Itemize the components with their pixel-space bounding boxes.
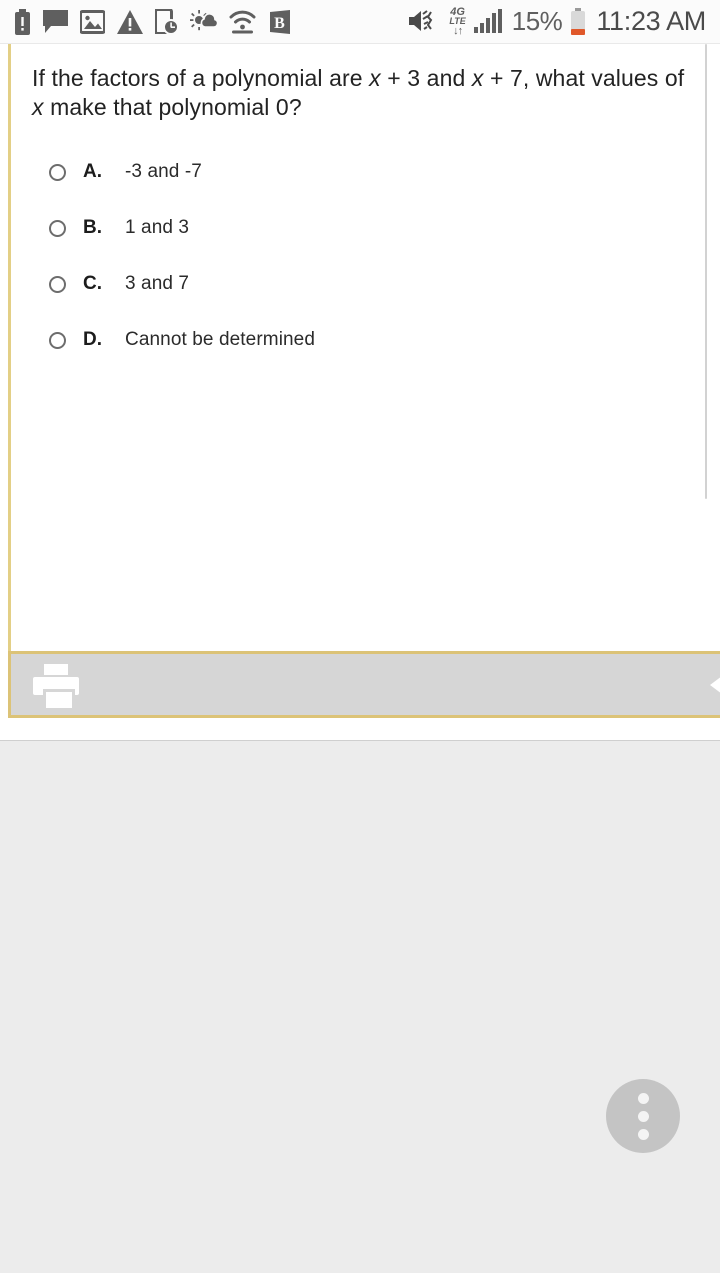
option-letter-c: C. (83, 273, 102, 295)
radio-button-d[interactable] (49, 331, 66, 349)
option-letter-b: B. (83, 217, 102, 239)
printer-paper-shape (44, 663, 68, 675)
volume-mute-vibrate-icon (409, 9, 441, 33)
question-part-5: x (32, 94, 44, 121)
radio-button-b[interactable] (49, 219, 66, 237)
question-part-3: x (471, 65, 484, 91)
answer-option-b[interactable]: B. 1 and 3 (32, 200, 698, 256)
battery-alert-icon (14, 8, 31, 35)
wifi-hotspot-icon (229, 10, 256, 34)
image-icon (80, 9, 105, 34)
radio-button-a[interactable] (49, 163, 66, 181)
card-bottom-divider (0, 718, 720, 741)
answer-option-d[interactable]: D. Cannot be determined (32, 312, 698, 368)
status-bar-right-icons: 4G LTE ↓↑ 15% 11:23 AM (409, 5, 706, 37)
weather-icon (190, 9, 217, 34)
option-text-c: 3 and 7 (125, 273, 190, 295)
question-part-1: x (369, 65, 381, 91)
question-part-4: + 7, what values of (483, 65, 685, 91)
app-badge-b-icon: B (268, 9, 292, 34)
battery-low-icon (570, 7, 586, 35)
network-type-indicator: 4G LTE ↓↑ (449, 6, 465, 37)
network-data-arrows: ↓↑ (453, 24, 463, 37)
question-part-2: + 3 and (380, 65, 472, 91)
device-clock-icon (155, 9, 178, 34)
overflow-dot-1 (637, 1092, 649, 1104)
arrow-left-icon[interactable] (710, 672, 720, 697)
answer-option-c[interactable]: C. 3 and 7 (32, 256, 698, 312)
option-letter-a: A. (83, 161, 102, 183)
option-letter-d: D. (83, 329, 102, 351)
status-bar-left-icons: B (14, 8, 292, 35)
question-prompt: If the factors of a polynomial are x + 3… (32, 64, 698, 122)
page-background (0, 741, 720, 1273)
question-card: If the factors of a polynomial are x + 3… (0, 44, 720, 741)
status-bar: B 4G LTE ↓↑ 15% 11:23 AM (0, 0, 720, 44)
message-icon (43, 9, 68, 34)
radio-button-c[interactable] (49, 275, 66, 293)
overflow-dot-3 (637, 1128, 649, 1140)
answer-options-list: A. -3 and -7 B. 1 and 3 C. 3 and 7 D. Ca… (32, 144, 698, 368)
overflow-menu-icon[interactable] (606, 1079, 680, 1153)
option-text-b: 1 and 3 (125, 217, 190, 239)
overflow-dot-2 (637, 1110, 649, 1122)
option-text-d: Cannot be determined (125, 329, 316, 351)
battery-percent-label: 15% (511, 6, 563, 37)
question-part-0: If the factors of a polynomial are (32, 65, 370, 91)
printer-icon[interactable] (33, 663, 79, 711)
vertical-scrollbar[interactable] (705, 44, 707, 499)
clock-label: 11:23 AM (596, 5, 706, 36)
signal-bars-icon (473, 9, 504, 34)
printer-tray-shape (43, 688, 75, 711)
question-scroll-area[interactable]: If the factors of a polynomial are x + 3… (8, 44, 720, 651)
option-text-a: -3 and -7 (125, 161, 202, 183)
question-part-6: make that polynomial 0? (43, 94, 302, 121)
svg-text:B: B (274, 15, 285, 32)
warning-icon (117, 9, 143, 34)
answer-option-a[interactable]: A. -3 and -7 (32, 144, 698, 200)
question-action-toolbar (8, 651, 720, 718)
